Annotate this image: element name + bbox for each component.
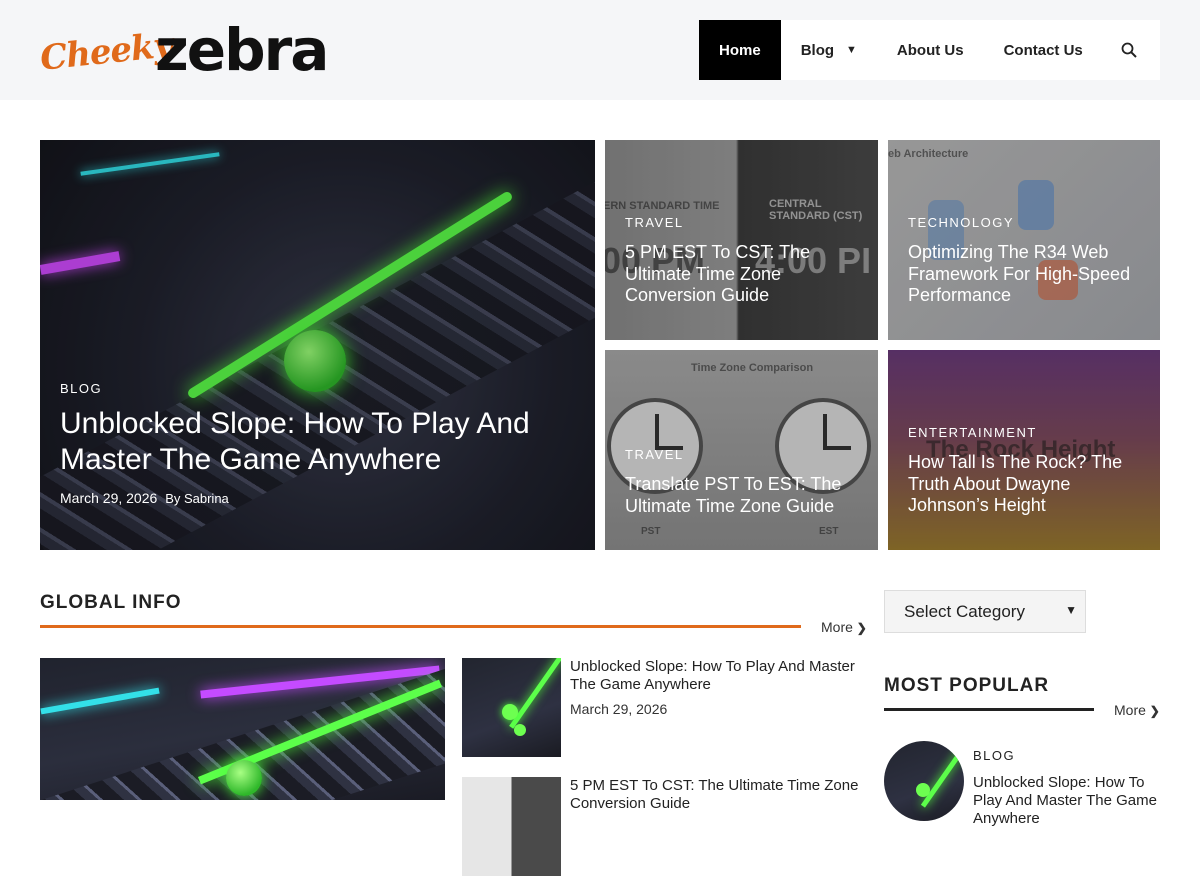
main-nav: Home Blog ▼ About Us Contact Us bbox=[699, 20, 1160, 80]
section-title-most-popular: MOST POPULAR bbox=[884, 675, 1050, 696]
nav-item-blog[interactable]: Blog ▼ bbox=[781, 20, 877, 80]
chevron-right-icon: ❯ bbox=[856, 621, 867, 635]
chevron-down-icon: ▼ bbox=[1065, 603, 1077, 617]
search-button[interactable] bbox=[1103, 20, 1157, 80]
search-icon bbox=[1121, 42, 1137, 58]
post-category[interactable]: TRAVEL bbox=[625, 447, 684, 462]
list-item[interactable]: Unblocked Slope: How To Play And Master … bbox=[462, 658, 864, 758]
post-title[interactable]: Unblocked Slope: How To Play And Master … bbox=[973, 774, 1163, 828]
post-title[interactable]: 5 PM EST To CST: The Ultimate Time Zone … bbox=[625, 242, 865, 307]
site-logo[interactable]: Cheeky zebra bbox=[38, 16, 340, 84]
hero-post-card[interactable]: The Rock Height ENTERTAINMENT How Tall I… bbox=[888, 350, 1160, 550]
post-title[interactable]: Unblocked Slope: How To Play And Master … bbox=[60, 406, 560, 478]
chevron-right-icon: ❯ bbox=[1149, 704, 1160, 718]
section-underline bbox=[40, 625, 801, 628]
hero-post-card[interactable]: Time Zone Comparison PST EST TRAVEL Tran… bbox=[605, 350, 878, 550]
nav-item-contact[interactable]: Contact Us bbox=[984, 20, 1103, 80]
hero-post-card[interactable]: ERN STANDARD TIME CENTRAL STANDARD (CST)… bbox=[605, 140, 878, 340]
chevron-down-icon: ▼ bbox=[846, 44, 857, 56]
list-item[interactable]: 5 PM EST To CST: The Ultimate Time Zone … bbox=[462, 777, 864, 876]
post-category[interactable]: ENTERTAINMENT bbox=[908, 425, 1037, 440]
post-title[interactable]: Unblocked Slope: How To Play And Master … bbox=[570, 658, 864, 694]
section-title-global-info: GLOBAL INFO bbox=[40, 592, 182, 613]
post-thumbnail[interactable] bbox=[462, 777, 561, 876]
post-author[interactable]: By Sabrina bbox=[165, 491, 229, 506]
post-meta: March 29, 2026 By Sabrina bbox=[60, 490, 229, 506]
nav-label: Blog bbox=[800, 41, 835, 59]
nav-item-about[interactable]: About Us bbox=[877, 20, 984, 80]
nav-label: About Us bbox=[896, 41, 964, 59]
nav-item-home[interactable]: Home bbox=[699, 20, 781, 80]
post-thumbnail[interactable] bbox=[884, 741, 964, 821]
select-value: Select Category bbox=[904, 601, 1025, 621]
nav-label: Contact Us bbox=[1003, 41, 1083, 59]
category-select[interactable]: Select Category ▼ bbox=[884, 590, 1086, 633]
logo-word-cheeky: Cheeky bbox=[38, 25, 175, 79]
nav-label: Home bbox=[719, 41, 761, 59]
post-thumbnail[interactable] bbox=[462, 658, 561, 757]
post-title[interactable]: Optimizing The R34 Web Framework For Hig… bbox=[908, 242, 1148, 307]
post-category[interactable]: BLOG bbox=[973, 748, 1015, 763]
post-category[interactable]: BLOG bbox=[60, 381, 102, 396]
more-label: More bbox=[821, 619, 853, 635]
featured-post-card[interactable]: BLOG Unblocked Slope: How To Play And Ma… bbox=[40, 140, 595, 550]
post-category[interactable]: TRAVEL bbox=[625, 215, 684, 230]
global-info-more-link[interactable]: More ❯ bbox=[821, 619, 867, 635]
post-title[interactable]: How Tall Is The Rock? The Truth About Dw… bbox=[908, 452, 1148, 517]
section-underline bbox=[884, 708, 1094, 711]
post-date: March 29, 2026 bbox=[570, 701, 668, 717]
hero-post-card[interactable]: eb Architecture TECHNOLOGY Optimizing Th… bbox=[888, 140, 1160, 340]
logo-word-zebra: zebra bbox=[155, 16, 329, 84]
more-label: More bbox=[1114, 702, 1146, 718]
site-header: Cheeky zebra Home Blog ▼ About Us Contact… bbox=[0, 0, 1200, 100]
post-category[interactable]: TECHNOLOGY bbox=[908, 215, 1014, 230]
post-date: March 29, 2026 bbox=[60, 490, 158, 506]
post-title[interactable]: 5 PM EST To CST: The Ultimate Time Zone … bbox=[570, 777, 864, 813]
global-info-featured-image[interactable] bbox=[40, 658, 445, 800]
most-popular-more-link[interactable]: More ❯ bbox=[1114, 702, 1160, 718]
post-title[interactable]: Translate PST To EST: The Ultimate Time … bbox=[625, 474, 865, 517]
